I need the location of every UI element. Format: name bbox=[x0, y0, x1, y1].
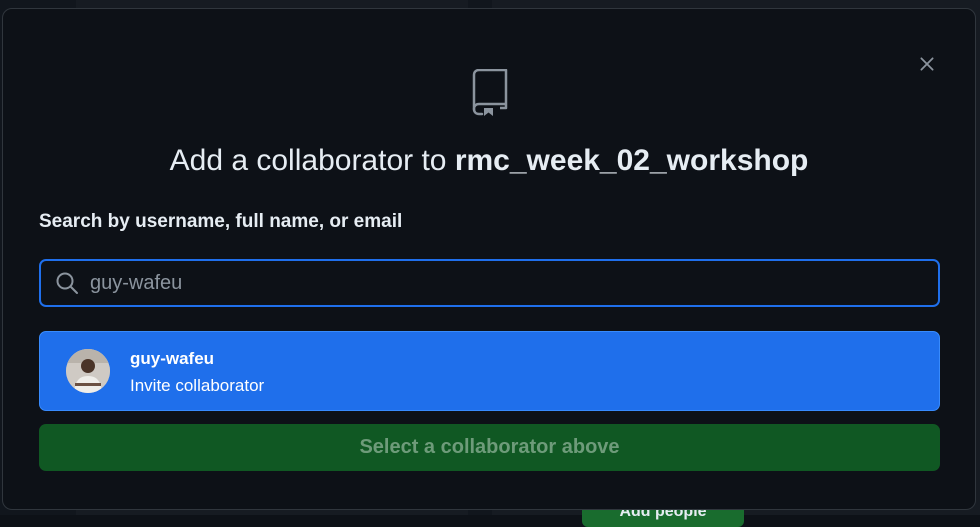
dialog-title: Add a collaborator to rmc_week_02_worksh… bbox=[3, 141, 975, 181]
search-field[interactable] bbox=[39, 259, 940, 307]
close-button[interactable] bbox=[915, 52, 939, 76]
avatar bbox=[66, 349, 110, 393]
search-icon bbox=[54, 270, 80, 296]
result-action: Invite collaborator bbox=[130, 376, 265, 395]
add-collaborator-dialog: Add a collaborator to rmc_week_02_worksh… bbox=[2, 8, 976, 510]
search-result-item[interactable]: guy-wafeu Invite collaborator bbox=[39, 331, 940, 411]
repo-name: rmc_week_02_workshop bbox=[454, 144, 809, 177]
select-collaborator-button[interactable]: Select a collaborator above bbox=[39, 424, 940, 471]
repo-icon bbox=[472, 69, 508, 116]
search-label: Search by username, full name, or email bbox=[39, 211, 403, 232]
close-icon bbox=[920, 57, 934, 71]
search-input[interactable] bbox=[90, 271, 910, 295]
dialog-title-prefix: Add a collaborator to bbox=[169, 144, 455, 177]
result-username: guy-wafeu bbox=[130, 349, 215, 368]
